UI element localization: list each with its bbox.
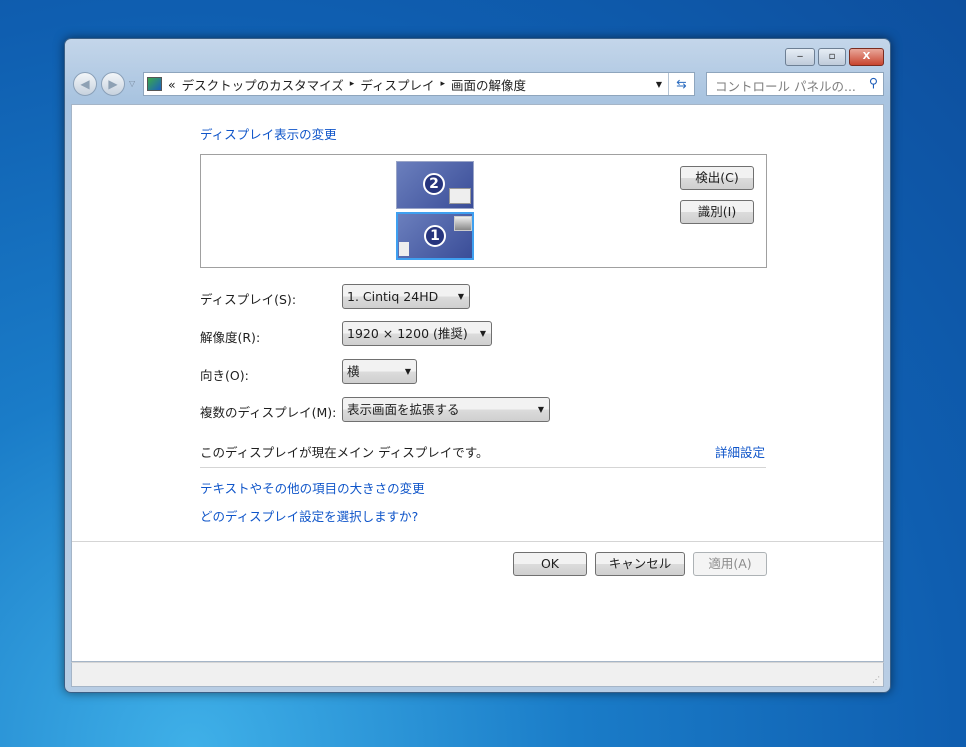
apply-button[interactable]: 適用(A) [693,552,767,576]
address-dropdown-icon[interactable]: ▼ [656,80,662,89]
window-icon [454,216,472,231]
status-bar: ⋰ [71,662,884,687]
content-area: ディスプレイ表示の変更 2 1 検出(C) 識別(I) ディスプレイ(S): 1… [71,104,884,662]
search-icon[interactable]: ⚲ [869,75,878,90]
chevron-down-icon: ▼ [457,292,464,301]
multiple-displays-select[interactable]: 表示画面を拡張する ▼ [342,397,550,422]
forward-button[interactable]: ▶ [101,72,125,96]
main-display-text: このディスプレイが現在メイン ディスプレイです。 [200,445,489,460]
display-settings-help-link[interactable]: どのディスプレイ設定を選択しますか? [200,506,418,525]
divider [200,467,766,468]
chevron-right-icon[interactable]: ▸ [350,79,355,89]
multiple-displays-label: 複数のディスプレイ(M): [200,405,337,420]
start-icon [399,242,409,256]
monitor-1[interactable]: 1 [396,212,474,260]
chevron-down-icon: ▼ [479,329,486,338]
resolution-select[interactable]: 1920 × 1200 (推奨) ▼ [342,321,492,346]
display-value: 1. Cintiq 24HD [347,289,439,304]
minimize-button[interactable]: ‒ [785,48,815,66]
breadcrumb-customize[interactable]: デスクトップのカスタマイズ [182,75,344,94]
taskbar-icon [449,188,471,204]
breadcrumb-resolution[interactable]: 画面の解像度 [451,75,526,94]
monitor-number: 1 [424,225,446,247]
orientation-value: 横 [347,364,360,379]
page-heading: ディスプレイ表示の変更 [200,127,337,142]
identify-button[interactable]: 識別(I) [680,200,754,224]
breadcrumb-overflow[interactable]: « [168,77,176,92]
refresh-icon[interactable]: ⇆ [668,73,694,95]
control-panel-icon [147,77,162,91]
text-size-link[interactable]: テキストやその他の項目の大きさの変更 [200,478,425,497]
orientation-label: 向き(O): [200,368,249,383]
orientation-select[interactable]: 横 ▼ [342,359,417,384]
maximize-button[interactable]: ▫ [818,48,846,66]
chevron-down-icon: ▼ [537,405,544,414]
monitor-preview: 2 1 検出(C) 識別(I) [200,154,767,268]
chevron-right-icon[interactable]: ▸ [440,79,445,89]
display-select[interactable]: 1. Cintiq 24HD ▼ [342,284,470,309]
search-input[interactable]: コントロール パネルの... ⚲ [706,72,884,96]
window: ‒ ▫ X ◀ ▶ ▽ « デスクトップのカスタマイズ ▸ ディスプレイ ▸ 画… [64,38,891,693]
close-button[interactable]: X [849,48,884,66]
multiple-displays-value: 表示画面を拡張する [347,402,460,417]
back-button[interactable]: ◀ [73,72,97,96]
address-bar[interactable]: « デスクトップのカスタマイズ ▸ ディスプレイ ▸ 画面の解像度 ▼ ⇆ [143,72,695,96]
breadcrumb-display[interactable]: ディスプレイ [360,75,434,94]
monitor-2[interactable]: 2 [396,161,474,209]
resize-grip-icon[interactable]: ⋰ [872,675,880,684]
ok-button[interactable]: OK [513,552,587,576]
advanced-settings-link[interactable]: 詳細設定 [715,442,765,461]
search-placeholder: コントロール パネルの... [715,79,856,94]
resolution-value: 1920 × 1200 (推奨) [347,326,468,341]
cancel-button[interactable]: キャンセル [595,552,685,576]
chevron-down-icon: ▼ [404,367,411,376]
resolution-label: 解像度(R): [200,330,261,345]
divider [72,541,883,542]
display-label: ディスプレイ(S): [200,292,297,307]
monitor-number: 2 [423,173,445,195]
detect-button[interactable]: 検出(C) [680,166,754,190]
recent-pages-icon[interactable]: ▽ [129,79,135,88]
